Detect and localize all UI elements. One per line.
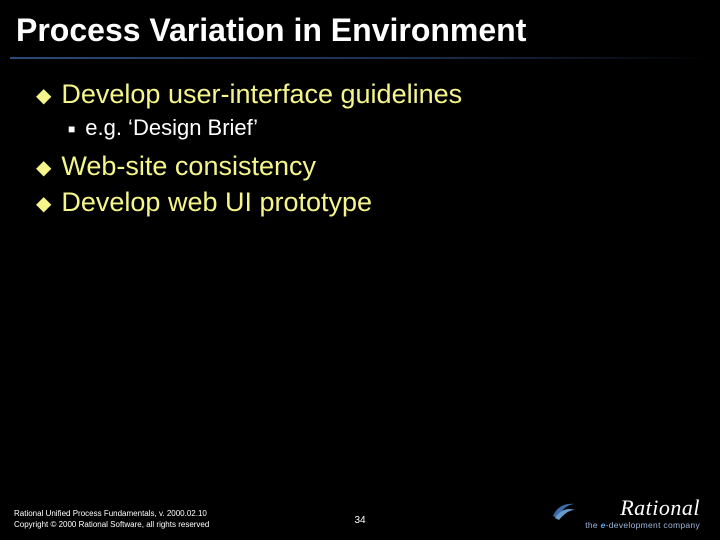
bullet-text: e.g. ‘Design Brief’ (85, 115, 258, 141)
diamond-bullet-icon: ◆ (36, 155, 51, 182)
bullet-level1: ◆ Web-site consistency (36, 151, 690, 183)
footer-line2: Copyright © 2000 Rational Software, all … (14, 519, 209, 530)
footer-line1: Rational Unified Process Fundamentals, v… (14, 508, 209, 519)
brand-name: Rational (620, 498, 700, 518)
page-number: 34 (354, 515, 365, 526)
bullet-text: Develop user-interface guidelines (61, 79, 462, 110)
slide: Process Variation in Environment ◆ Devel… (0, 0, 720, 540)
square-bullet-icon: ■ (68, 122, 75, 136)
footer-copyright: Rational Unified Process Fundamentals, v… (14, 508, 209, 530)
brand-logo: Rational the e-development company (551, 496, 700, 530)
bullet-text: Develop web UI prototype (61, 187, 372, 218)
diamond-bullet-icon: ◆ (36, 191, 51, 218)
tag-suffix: -development company (606, 520, 700, 530)
bullet-text: Web-site consistency (61, 151, 316, 182)
diamond-bullet-icon: ◆ (36, 83, 51, 110)
bullet-level1: ◆ Develop user-interface guidelines (36, 79, 690, 111)
rational-swoosh-icon (551, 496, 577, 522)
bullet-level1: ◆ Develop web UI prototype (36, 187, 690, 219)
slide-footer: Rational Unified Process Fundamentals, v… (0, 496, 720, 530)
slide-content: ◆ Develop user-interface guidelines ■ e.… (0, 59, 720, 219)
brand-text: Rational the e-development company (585, 498, 700, 530)
bullet-level2: ■ e.g. ‘Design Brief’ (68, 115, 690, 141)
brand-tagline: the e-development company (585, 520, 700, 530)
slide-title: Process Variation in Environment (0, 0, 720, 57)
tag-prefix: the (585, 520, 600, 530)
